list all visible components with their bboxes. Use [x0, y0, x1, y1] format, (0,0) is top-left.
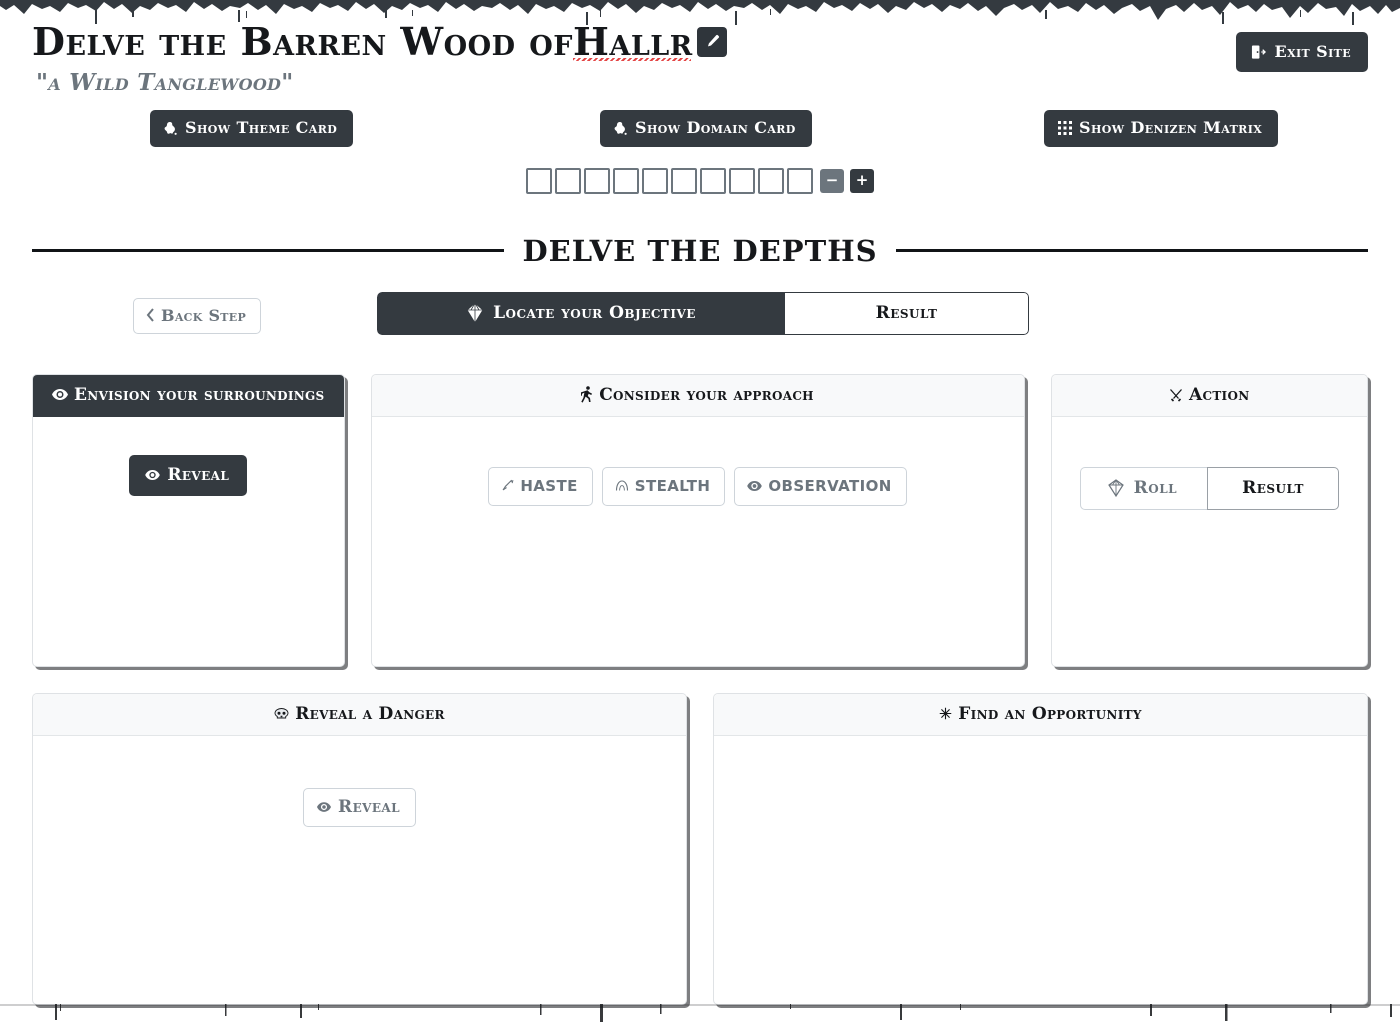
show-domain-card-label: Show Domain Card [635, 117, 796, 137]
page-title-prefix: Delve the Barren Wood of [32, 19, 573, 64]
crossed-swords-icon [1169, 388, 1183, 402]
section-heading: Delve the Depths [32, 233, 1369, 268]
card-find-opportunity: Find an Opportunity [713, 692, 1368, 1005]
approach-observation-label: Observation [768, 476, 892, 495]
eye-icon [317, 802, 332, 812]
card-consider-approach: Consider your approach Haste [370, 373, 1025, 667]
action-button-group: Roll Result [1079, 466, 1339, 510]
card-header: Reveal a Danger [33, 693, 686, 736]
card-reveal-danger: Reveal a Danger Reveal [32, 692, 687, 1005]
card-header-label: Find an Opportunity [958, 703, 1142, 724]
grunge-banner-bottom [0, 1002, 1400, 1032]
approach-haste-button[interactable]: Haste [488, 466, 593, 506]
progress-box[interactable] [758, 167, 784, 194]
envision-reveal-label: Reveal [167, 464, 230, 485]
tab-locate-label: Locate your Objective [493, 302, 696, 323]
tab-locate-your-objective[interactable]: Locate your Objective [377, 291, 784, 335]
section-title: Delve the Depths [522, 233, 878, 268]
danger-reveal-button[interactable]: Reveal [303, 787, 416, 827]
card-action: Action Roll Result [1050, 373, 1368, 667]
show-theme-card-label: Show Theme Card [185, 117, 338, 137]
page-title-name: Hallr [572, 19, 693, 64]
progress-box[interactable] [642, 167, 668, 194]
running-person-icon [581, 386, 593, 403]
eye-icon [145, 469, 161, 480]
approach-haste-label: Haste [520, 476, 578, 495]
card-header: Action [1051, 374, 1367, 417]
envision-reveal-button[interactable]: Reveal [129, 454, 248, 496]
exit-door-icon [1251, 44, 1267, 60]
page-title: Delve the Barren Wood of Hallr [32, 22, 1368, 62]
progress-box[interactable] [787, 167, 813, 194]
danger-reveal-label: Reveal [338, 796, 400, 817]
bolt-icon [501, 479, 514, 492]
ink-splat-icon [614, 121, 628, 136]
card-row-secondary: Reveal a Danger Reveal Find an Opportuni… [32, 692, 1368, 1005]
eye-icon [52, 389, 68, 401]
skull-icon [274, 707, 289, 720]
die-d10-icon [466, 302, 484, 323]
tab-result-label: Result [875, 302, 938, 323]
step-navigation: Back Step Locate your Objective Result [32, 291, 1368, 348]
card-header: Consider your approach [371, 374, 1024, 417]
show-theme-card-button[interactable]: Show Theme Card [150, 109, 354, 148]
progress-box[interactable] [700, 167, 726, 194]
card-body [714, 736, 1367, 792]
approach-stealth-button[interactable]: Stealth [601, 466, 726, 506]
pencil-icon [704, 34, 720, 50]
card-body: Reveal [33, 736, 686, 843]
show-denizen-matrix-button[interactable]: Show Denizen Matrix [1044, 109, 1279, 148]
back-step-button[interactable]: Back Step [133, 297, 262, 334]
page-root: Delve the Barren Wood of Hallr Exit Site [0, 0, 1400, 1032]
progress-increment-button[interactable]: + [850, 168, 874, 193]
progress-track: − + [32, 167, 1368, 194]
hood-icon [615, 479, 629, 492]
page-subtitle: "a Wild Tanglewood" [36, 68, 294, 96]
step-tabs: Locate your Objective Result [377, 291, 1029, 335]
show-denizen-matrix-label: Show Denizen Matrix [1079, 117, 1263, 137]
approach-observation-button[interactable]: Observation [734, 466, 907, 506]
progress-box[interactable] [555, 167, 581, 194]
progress-box[interactable] [584, 167, 610, 194]
exit-site-label: Exit Site [1274, 42, 1351, 61]
progress-decrement-button[interactable]: − [820, 168, 844, 193]
ink-splat-icon [164, 121, 178, 136]
card-body: Haste Stealth [372, 417, 1024, 522]
card-header-label: Consider your approach [599, 384, 814, 405]
eye-icon [747, 480, 763, 491]
die-d10-icon [1107, 479, 1125, 497]
progress-box[interactable] [526, 167, 552, 194]
page-header: Delve the Barren Wood of Hallr Exit Site [32, 0, 1368, 96]
progress-box[interactable] [671, 167, 697, 194]
progress-box[interactable] [613, 167, 639, 194]
card-row-primary: Envision your surroundings Reveal Consid… [32, 373, 1368, 667]
chevron-left-icon [146, 308, 155, 323]
exit-site-button[interactable]: Exit Site [1236, 32, 1368, 72]
card-envision-surroundings: Envision your surroundings Reveal [32, 373, 345, 667]
card-header-label: Action [1188, 384, 1250, 405]
heading-rule-right [895, 249, 1369, 253]
grid-matrix-icon [1058, 121, 1072, 136]
show-domain-card-button[interactable]: Show Domain Card [600, 109, 812, 148]
approach-stealth-label: Stealth [634, 476, 711, 495]
card-button-row: Show Theme Card Show Domain Card Show De… [32, 109, 1368, 154]
card-body: Reveal [33, 417, 344, 512]
action-result-button[interactable]: Result [1207, 466, 1339, 510]
card-body: Roll Result [1052, 417, 1368, 526]
card-header-label: Reveal a Danger [295, 703, 445, 724]
approach-options: Haste Stealth [488, 466, 907, 506]
card-header-label: Envision your surroundings [74, 384, 325, 405]
edit-title-button[interactable] [696, 26, 727, 57]
card-header: Find an Opportunity [714, 693, 1367, 736]
back-step-label: Back Step [161, 305, 247, 325]
action-roll-button[interactable]: Roll [1079, 466, 1208, 510]
progress-box[interactable] [729, 167, 755, 194]
action-roll-label: Roll [1133, 477, 1178, 498]
sparkle-icon [939, 707, 952, 720]
tab-result[interactable]: Result [784, 291, 1029, 335]
card-header: Envision your surroundings [33, 374, 344, 417]
heading-rule-left [32, 249, 505, 253]
